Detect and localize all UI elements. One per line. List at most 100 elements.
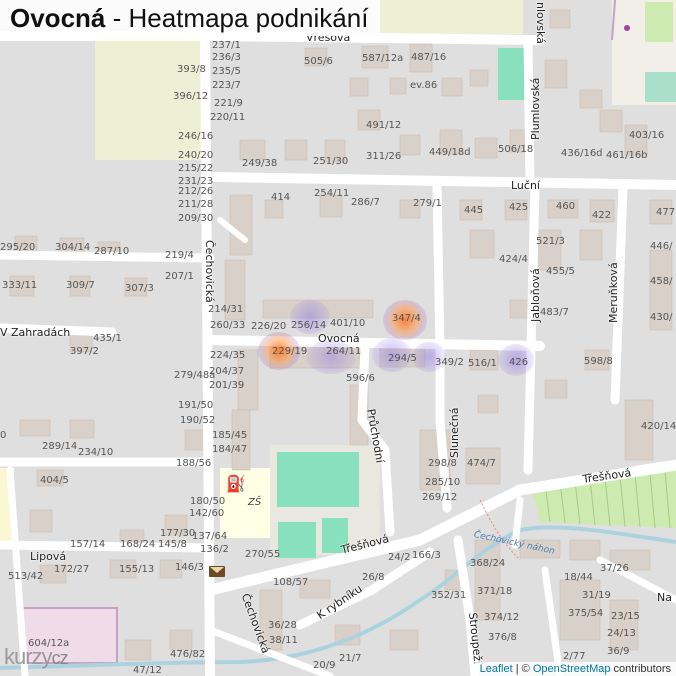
- house-number-label: 435/1: [93, 333, 122, 344]
- street-label-cechovicka-1: Čechovická: [203, 240, 216, 303]
- house-number-label: 375/54: [568, 608, 604, 619]
- house-number-label: 137/64: [192, 531, 228, 542]
- post-office-icon[interactable]: [209, 566, 225, 577]
- house-number-label: 285/10: [425, 477, 461, 488]
- house-number-label: 18/44: [564, 572, 593, 583]
- house-number-label: 347/4: [392, 313, 421, 324]
- house-number-label: 446/: [650, 241, 673, 252]
- house-number-label: 397/2: [70, 346, 99, 357]
- house-number-label: 47/12: [133, 665, 162, 676]
- house-number-label: 223/7: [212, 80, 241, 91]
- street-label-lipova: Lipová: [30, 550, 67, 563]
- house-number-label: 219/4: [165, 250, 194, 261]
- house-number-label: 414: [271, 192, 291, 203]
- title-place: Ovocná: [10, 3, 106, 33]
- street-label-merunkova: Meruňková: [607, 262, 620, 323]
- house-number-label: 333/11: [2, 280, 38, 291]
- house-number-label: 180/50: [190, 496, 226, 507]
- house-number-label: 587/12a: [362, 53, 404, 64]
- house-number-label: 422: [592, 210, 612, 221]
- house-number-label: 224/35: [210, 350, 246, 361]
- street-label-plumlovska-top: nlovská: [534, 2, 547, 44]
- street-label-slunecna: Slunečná: [448, 407, 461, 458]
- house-number-label: 396/12: [173, 91, 209, 102]
- street-label-zahradach: V Zahradách: [0, 326, 71, 339]
- title-separator: -: [105, 3, 129, 33]
- house-number-label: 108/57: [273, 577, 309, 588]
- logo-tld: cz: [51, 648, 69, 668]
- house-number-label: 294/5: [388, 353, 417, 364]
- house-number-label: 212/26: [178, 186, 214, 197]
- house-number-label: 286/7: [351, 197, 380, 208]
- title-subtitle: Heatmapa podnikání: [128, 3, 369, 33]
- house-number-label: 234/10: [78, 447, 114, 458]
- house-number-label: 352/31: [431, 590, 467, 601]
- house-number-label: 191/50: [178, 400, 214, 411]
- house-number-label: 506/18: [498, 144, 534, 155]
- house-number-label: 246/16: [178, 131, 214, 142]
- house-number-label: 20/9: [313, 660, 336, 671]
- leaflet-link[interactable]: Leaflet: [480, 663, 513, 675]
- house-number-label: 24/13: [607, 628, 636, 639]
- logo-text: kurzy: [4, 644, 53, 669]
- house-number-label: 235/5: [212, 66, 241, 77]
- house-number-label: 264/11: [326, 346, 362, 357]
- house-number-label: 404/5: [40, 475, 69, 486]
- osm-link[interactable]: OpenStreetMap: [533, 663, 611, 675]
- house-number-label: 177/30: [160, 528, 196, 539]
- house-number-label: 240/20: [178, 150, 214, 161]
- house-number-label: 172/27: [54, 564, 90, 575]
- house-number-label: 516/1: [468, 358, 497, 369]
- house-number-label: 215/22: [178, 163, 214, 174]
- fuel-station-icon[interactable]: ⛽: [226, 474, 246, 493]
- house-number-label: 226/20: [251, 321, 287, 332]
- street-label-lucni: Luční: [511, 179, 540, 192]
- house-number-label: 214/31: [208, 304, 244, 315]
- house-number-label: 157/14: [70, 539, 106, 550]
- house-number-label: 287/10: [94, 246, 130, 257]
- house-number-label: 458/: [650, 276, 673, 287]
- house-number-label: 307/3: [125, 283, 154, 294]
- house-number-label: 474/7: [467, 458, 496, 469]
- house-number-label: 430/: [650, 312, 673, 323]
- map-attribution: Leaflet | © OpenStreetMap contributors: [474, 662, 676, 676]
- house-number-label: 36/9: [607, 646, 630, 657]
- house-number-label: 236/3: [212, 52, 241, 63]
- house-number-label: 23/15: [611, 611, 640, 622]
- house-number-label: 38/11: [269, 635, 298, 646]
- house-number-label: 505/6: [304, 56, 333, 67]
- house-number-label: 21/7: [339, 653, 362, 664]
- house-number-label: 24/2: [388, 552, 411, 563]
- house-number-label: 596/6: [346, 373, 375, 384]
- house-number-label: 220/11: [210, 112, 246, 123]
- house-number-label: 309/7: [66, 280, 95, 291]
- house-number-label: 237/1: [212, 40, 241, 51]
- house-number-label: 254/11: [314, 188, 350, 199]
- house-number-label: 371/18: [477, 586, 513, 597]
- house-number-label: 26/8: [362, 572, 385, 583]
- house-number-label: 279/1: [413, 198, 442, 209]
- house-number-label: 298/8: [428, 458, 457, 469]
- house-number-label: 201/39: [209, 380, 245, 391]
- house-number-label: 420/14: [641, 421, 676, 432]
- house-number-label: 251/30: [313, 156, 349, 167]
- page-title: Ovocná - Heatmapa podnikání: [0, 0, 381, 36]
- house-number-label: 401/10: [330, 318, 366, 329]
- house-number-label: 311/26: [366, 151, 402, 162]
- house-number-label: ev.86: [410, 80, 438, 91]
- house-number-label: 393/8: [177, 64, 206, 75]
- house-number-label: 449/18d: [429, 147, 471, 158]
- house-number-label: 461/16b: [606, 150, 648, 161]
- house-number-label: 168/24: [120, 539, 156, 550]
- house-number-label: 145/8: [158, 539, 187, 550]
- house-number-label: 249/38: [242, 158, 278, 169]
- house-number-label: 2/77: [563, 651, 586, 662]
- map-canvas[interactable]: Vřesová Luční Ovocná V Zahradách Čechovi…: [0, 0, 676, 676]
- school-label: ZŠ: [248, 497, 262, 508]
- house-number-label: 221/9: [214, 98, 243, 109]
- house-number-label: 436/16d: [561, 148, 603, 159]
- street-label-plumlovska: Plumlovská: [529, 77, 542, 140]
- house-number-label: 146/3: [175, 562, 204, 573]
- house-number-label: 460: [556, 201, 576, 212]
- house-number-label: 256/14: [291, 320, 327, 331]
